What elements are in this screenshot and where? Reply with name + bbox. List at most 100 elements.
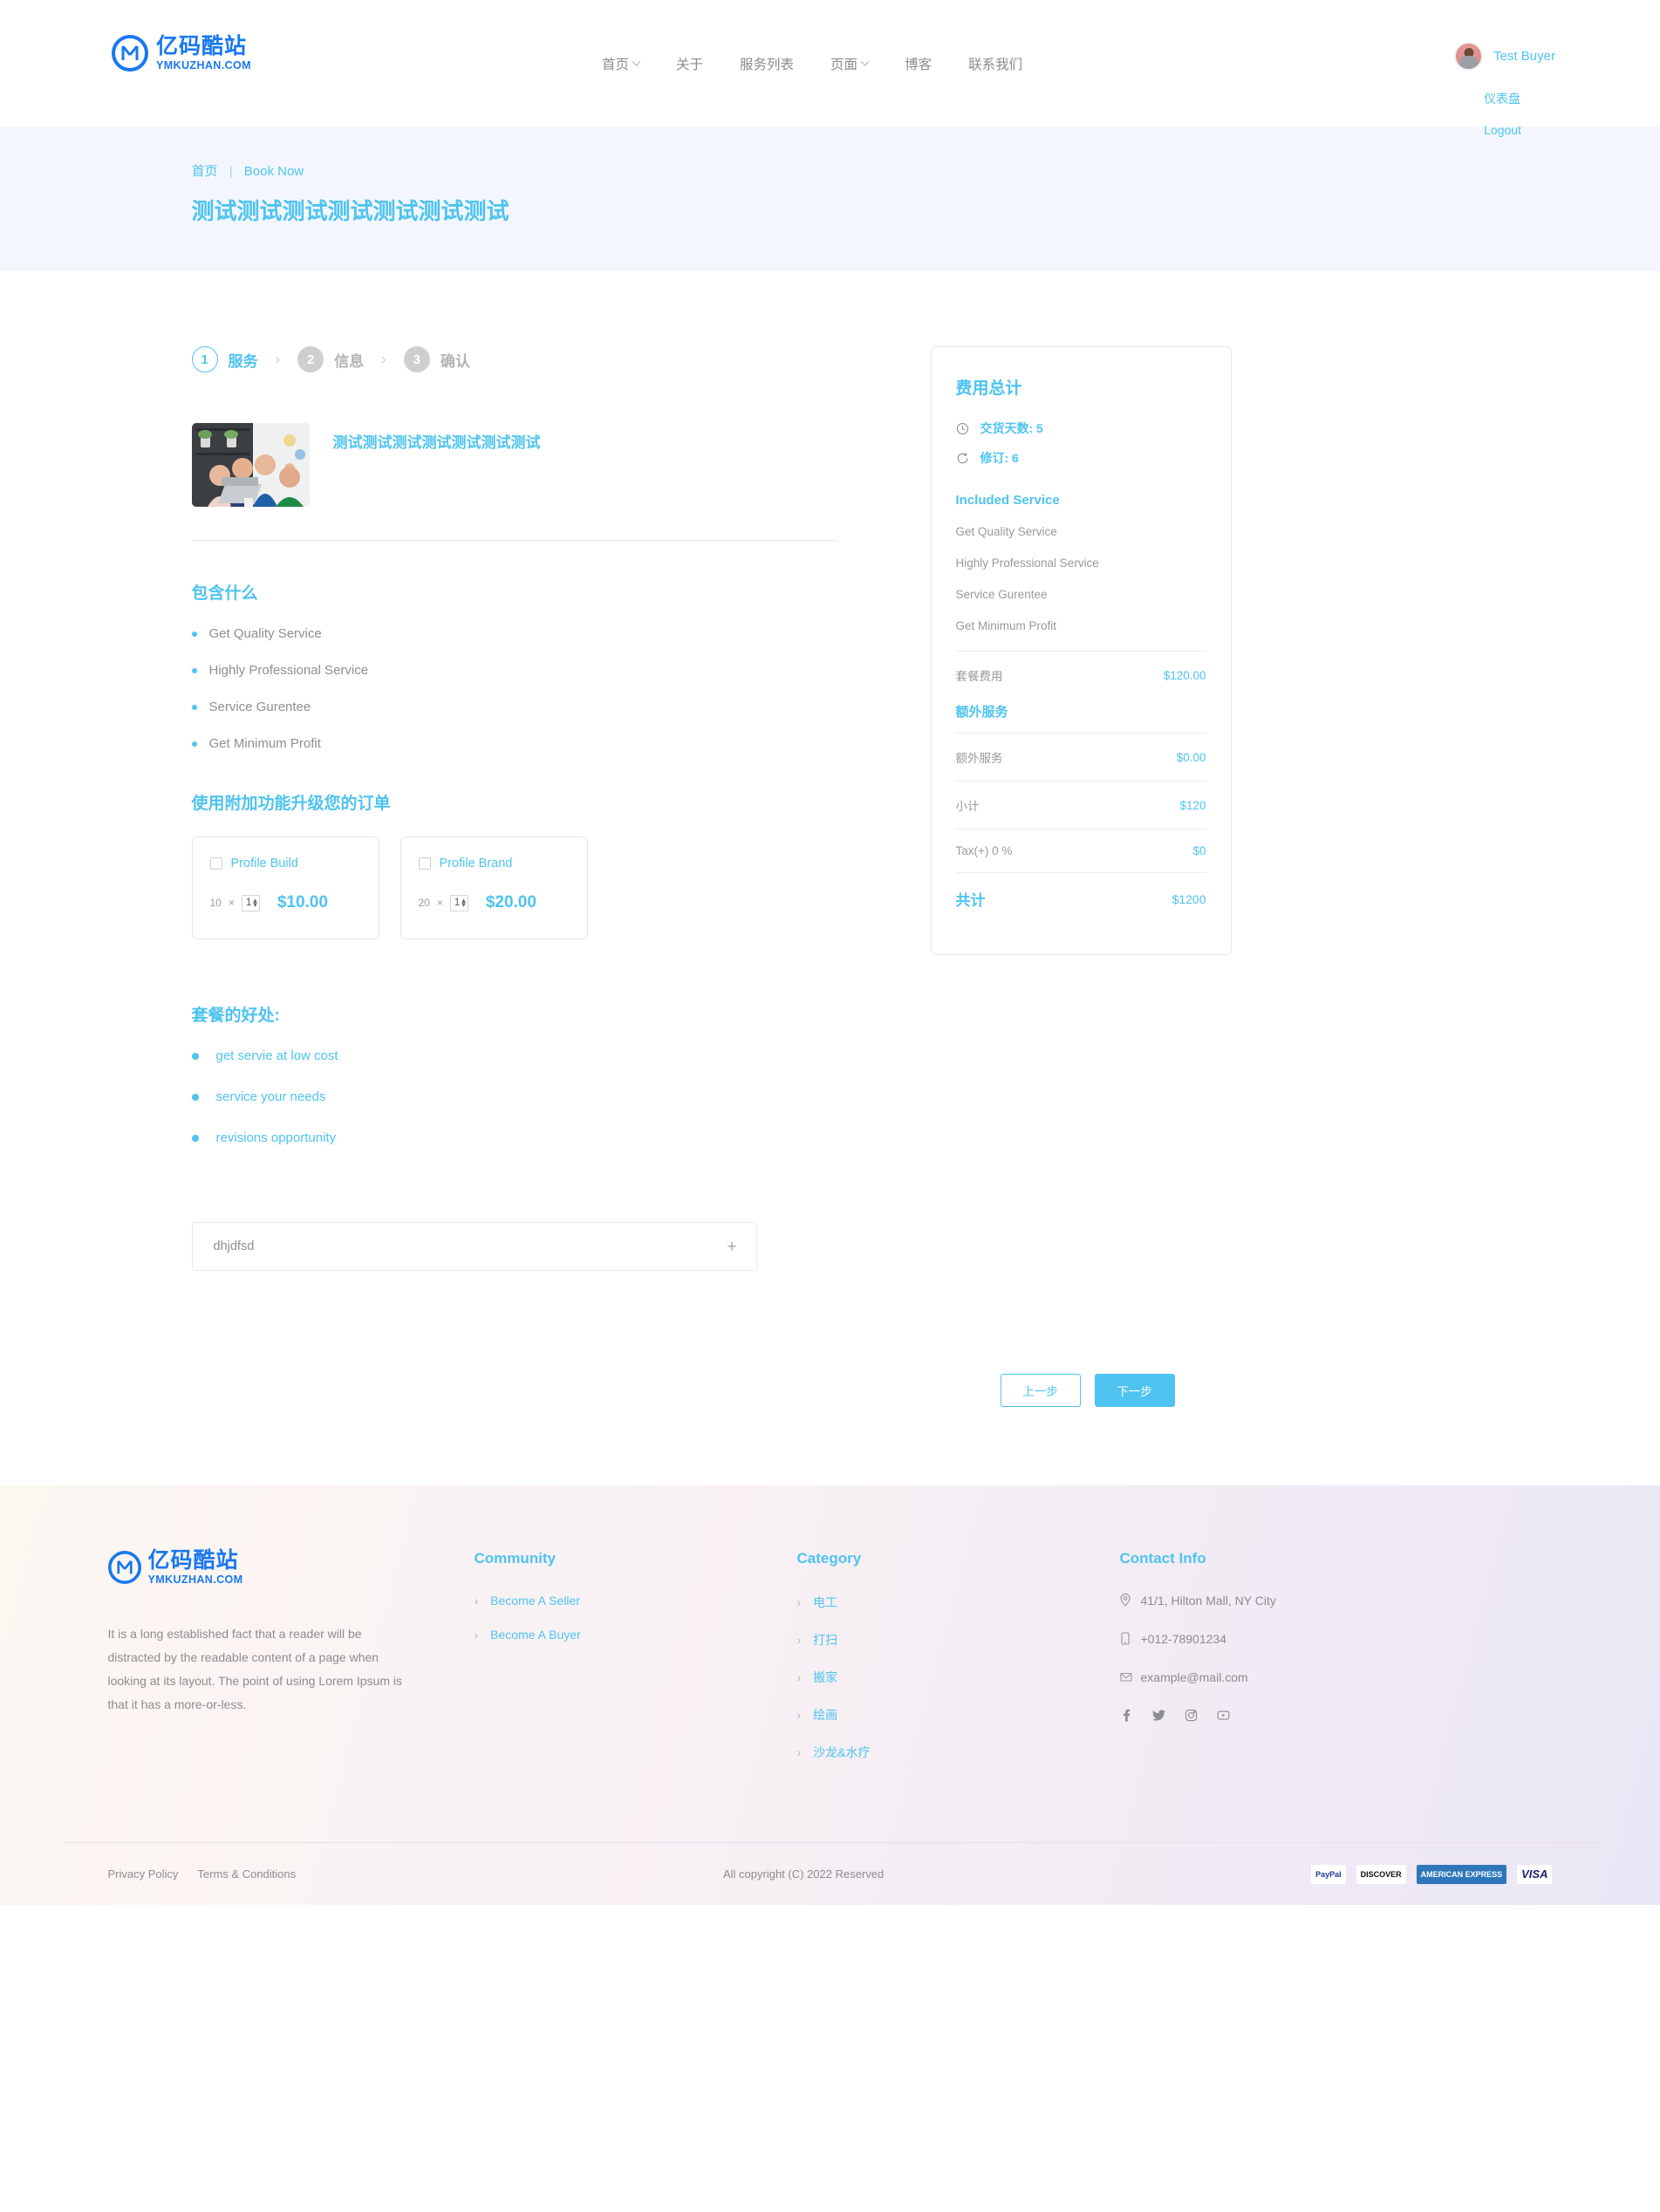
list-item: Get Minimum Profit <box>191 736 837 751</box>
previous-step-button[interactable]: 上一步 <box>1000 1374 1081 1407</box>
amex-icon: AMERICAN EXPRESS <box>1416 1864 1507 1884</box>
footer-email: example@mail.com <box>1119 1670 1486 1686</box>
includes-list: Get Quality Service Highly Professional … <box>191 626 837 751</box>
instagram-icon[interactable] <box>1185 1709 1198 1724</box>
summary-revision-label: 修订: 6 <box>980 451 1019 465</box>
summary-row-value: $0.00 <box>1176 750 1206 764</box>
list-item-label: Get Quality Service <box>208 626 322 641</box>
footer-category-painting[interactable]: › 绘画 <box>797 1706 1120 1724</box>
main-content: 1 服务 › 2 信息 › 3 确认 测试测试测试测试测试测试测试 包含什么 G… <box>176 271 1485 1485</box>
footer-contact-title: Contact Info <box>1119 1550 1206 1567</box>
addon-card-profile-build[interactable]: Profile Build 10 × 1 ▴ ▾ $10.00 <box>191 836 379 939</box>
summary-row-value: $120 <box>1179 798 1206 812</box>
footer-category-salon-spa[interactable]: › 沙龙&水疗 <box>797 1744 1120 1761</box>
summary-row-total: 共计 $1200 <box>955 872 1206 925</box>
footer-brand-column: 亿码酷站 YMKUZHAN.COM It is a long establish… <box>107 1550 475 1781</box>
nav-item-service-list[interactable]: 服务列表 <box>740 54 794 73</box>
step-number: 1 <box>191 346 218 372</box>
footer-category-electrician[interactable]: › 电工 <box>797 1594 1120 1611</box>
user-menu-logout[interactable]: Logout <box>1484 123 1555 137</box>
addon-quantity-value: 1 <box>245 898 252 908</box>
service-header: 测试测试测试测试测试测试测试 <box>191 423 837 541</box>
bullet-icon <box>191 1052 199 1060</box>
bullet-icon <box>191 1093 199 1101</box>
bullet-icon <box>191 741 197 747</box>
stepper-arrows-icon[interactable]: ▴ ▾ <box>461 897 466 909</box>
nav-item-home[interactable]: 首页 <box>602 54 641 73</box>
envelope-icon <box>1119 1670 1132 1686</box>
summary-delivery: 交货天数: 5 <box>956 420 1206 437</box>
breadcrumb: 首页 | Book Now <box>192 161 1485 180</box>
user-menu-trigger[interactable]: Test Buyer <box>1454 42 1555 71</box>
footer-link-label[interactable]: Become A Buyer <box>490 1628 581 1642</box>
footer-link-label[interactable]: 搬家 <box>813 1669 837 1686</box>
list-item: get servie at low cost <box>191 1048 837 1063</box>
step-info[interactable]: 2 信息 <box>297 346 364 372</box>
list-item-label: revisions opportunity <box>215 1130 337 1145</box>
nav-item-contact[interactable]: 联系我们 <box>968 54 1022 73</box>
privacy-policy-link[interactable]: Privacy Policy <box>108 1867 179 1881</box>
site-logo[interactable]: 亿码酷站 YMKUZHAN.COM <box>112 35 251 72</box>
payment-methods: PayPal DISCOVER AMERICAN EXPRESS VISA <box>1311 1864 1553 1884</box>
user-menu-dashboard[interactable]: 仪表盘 <box>1484 90 1555 107</box>
addon-checkbox[interactable] <box>209 857 222 870</box>
page-root: 亿码酷站 YMKUZHAN.COM 首页 关于 服务列表 页面 博客 联系我们 … <box>0 0 1660 1905</box>
footer-social-links <box>1120 1709 1486 1724</box>
footer-link-become-a-seller[interactable]: › Become A Seller <box>475 1594 797 1608</box>
step-number: 2 <box>297 346 324 372</box>
chevron-down-icon <box>860 57 870 66</box>
step-service[interactable]: 1 服务 <box>191 346 258 372</box>
nav-item-about[interactable]: 关于 <box>676 54 703 73</box>
visa-icon: VISA <box>1517 1864 1553 1884</box>
chevron-down-icon <box>632 57 641 66</box>
nav-item-pages[interactable]: 页面 <box>830 54 870 73</box>
bullet-icon <box>191 631 197 637</box>
step-number: 3 <box>403 346 430 372</box>
footer-link-label[interactable]: 电工 <box>813 1594 837 1611</box>
footer-category-moving[interactable]: › 搬家 <box>797 1669 1120 1686</box>
footer-category-cleaning[interactable]: › 打扫 <box>797 1631 1120 1649</box>
footer-category-title: Category <box>796 1550 862 1567</box>
addon-price: $20.00 <box>485 893 536 911</box>
plus-icon[interactable]: + <box>727 1239 736 1255</box>
cost-summary-card: 费用总计 交货天数: 5 修订: 6 Included Service Get … <box>930 346 1232 955</box>
clock-icon <box>956 422 969 435</box>
twitter-icon[interactable] <box>1151 1709 1165 1724</box>
footer-link-label[interactable]: Become A Seller <box>490 1594 580 1608</box>
location-pin-icon <box>1119 1593 1132 1609</box>
list-item: service your needs <box>191 1089 837 1104</box>
list-item: Highly Professional Service <box>191 663 837 678</box>
avatar <box>1454 42 1484 71</box>
next-step-button[interactable]: 下一步 <box>1094 1374 1175 1407</box>
stepper-arrows-icon[interactable]: ▴ ▾ <box>253 897 257 909</box>
youtube-icon[interactable] <box>1217 1709 1230 1724</box>
nav-label: 首页 <box>602 58 630 72</box>
terms-conditions-link[interactable]: Terms & Conditions <box>197 1867 296 1881</box>
addon-label: Profile Build <box>230 857 298 870</box>
addon-quantity-value: 1 <box>454 898 461 908</box>
nav-label: 页面 <box>830 58 858 72</box>
copyright-text: All copyright (C) 2022 Reserved <box>722 1867 885 1881</box>
footer-logo[interactable]: 亿码酷站 YMKUZHAN.COM <box>107 1550 475 1586</box>
step-arrow-icon: › <box>275 351 281 367</box>
addon-quantity-stepper[interactable]: 1 ▴ ▾ <box>449 894 468 911</box>
footer-community-title: Community <box>474 1550 557 1567</box>
footer-link-become-a-buyer[interactable]: › Become A Buyer <box>475 1628 797 1642</box>
breadcrumb-home[interactable]: 首页 <box>192 164 218 179</box>
footer-link-label[interactable]: 绘画 <box>813 1706 837 1724</box>
addon-checkbox[interactable] <box>418 857 431 870</box>
addon-card-profile-brand[interactable]: Profile Brand 20 × 1 ▴ ▾ $20.00 <box>400 836 588 939</box>
footer-logo-en: YMKUZHAN.COM <box>147 1574 243 1586</box>
footer-link-label[interactable]: 沙龙&水疗 <box>813 1744 870 1761</box>
step-arrow-icon: › <box>381 351 386 367</box>
faq-accordion-item[interactable]: dhjdfsd + <box>191 1222 757 1271</box>
step-confirm[interactable]: 3 确认 <box>403 346 470 372</box>
facebook-icon[interactable] <box>1120 1709 1133 1724</box>
step-label: 确认 <box>440 352 470 370</box>
addon-quantity-stepper[interactable]: 1 ▴ ▾ <box>241 894 260 911</box>
addons-section: 使用附加功能升级您的订单 Profile Build 10 × 1 ▴ ▾ $1… <box>191 790 837 939</box>
footer-link-label[interactable]: 打扫 <box>813 1631 837 1649</box>
step-label: 信息 <box>334 352 365 370</box>
nav-item-blog[interactable]: 博客 <box>905 54 932 73</box>
page-banner: 首页 | Book Now 测试测试测试测试测试测试测试 <box>0 126 1660 271</box>
